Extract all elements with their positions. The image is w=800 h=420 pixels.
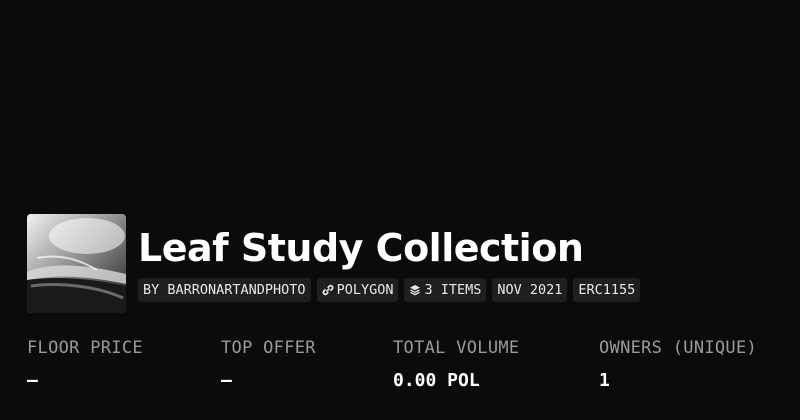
collection-title: Leaf Study Collection [138, 226, 584, 270]
collection-thumbnail[interactable] [27, 214, 126, 313]
stat-value: 1 [599, 370, 610, 391]
stat-total-volume: TOTAL VOLUME 0.00 POL [393, 338, 519, 392]
stat-value: — [221, 370, 232, 391]
stat-label: OWNERS (UNIQUE) [599, 338, 758, 358]
creator-tag[interactable]: BY BARRONARTANDPHOTO [138, 278, 311, 302]
chain-tag-label: POLYGON [336, 282, 394, 298]
stat-floor-price: FLOOR PRICE — [27, 338, 143, 392]
items-tag-label: 3 ITEMS [424, 282, 482, 298]
items-tag[interactable]: 3 ITEMS [404, 278, 487, 302]
leaf-photo-image [27, 214, 126, 313]
stat-label: TOTAL VOLUME [393, 338, 520, 358]
stat-label: TOP OFFER [221, 338, 316, 358]
collection-tags: BY BARRONARTANDPHOTO POLYGON 3 ITEMS NOV… [138, 278, 641, 302]
stat-top-offer: TOP OFFER — [221, 338, 316, 392]
date-tag-label: NOV 2021 [497, 282, 563, 298]
stat-value: — [27, 370, 38, 391]
standard-tag-label: ERC1155 [578, 282, 636, 298]
layers-icon [409, 284, 421, 296]
date-tag: NOV 2021 [492, 278, 568, 302]
stat-label: FLOOR PRICE [27, 338, 143, 358]
link-icon [322, 284, 334, 296]
chain-tag[interactable]: POLYGON [316, 278, 399, 302]
stat-owners: OWNERS (UNIQUE) 1 [599, 338, 757, 392]
standard-tag: ERC1155 [573, 278, 641, 302]
stat-value: 0.00 POL [393, 370, 480, 391]
creator-tag-label: BY BARRONARTANDPHOTO [143, 282, 306, 298]
